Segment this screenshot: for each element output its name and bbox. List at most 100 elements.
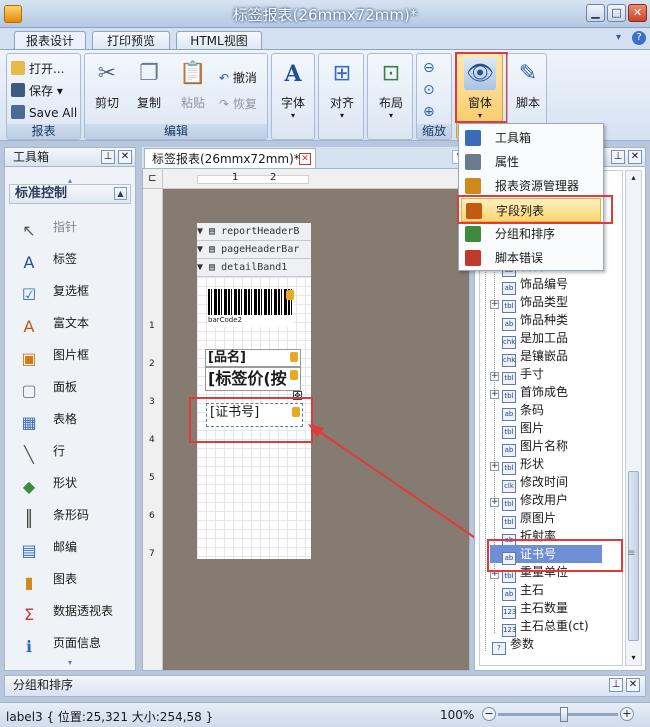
group-font[interactable]: A 字体 ▾ xyxy=(271,53,315,140)
zoom-out-icon[interactable]: ⊖ xyxy=(423,60,435,76)
toolbox-item[interactable]: ▤ 邮编 xyxy=(19,536,77,560)
zoom-out-icon[interactable]: − xyxy=(482,707,496,721)
group-align[interactable]: ⊞ 对齐 ▾ xyxy=(318,53,364,140)
field-tree-item[interactable]: clk 修改时间 xyxy=(490,473,602,493)
field-tree-item[interactable]: + tbl 手寸 xyxy=(490,365,602,385)
panel-close-icon[interactable]: ✕ xyxy=(118,150,132,164)
info-icon[interactable]: ? xyxy=(632,31,646,45)
panel-close-icon[interactable]: ✕ xyxy=(626,678,640,692)
toolbox-item[interactable]: ℹ 页面信息 xyxy=(19,632,101,656)
save-all-button[interactable]: Save All xyxy=(11,103,77,123)
field-tree-item[interactable]: + tbl 首饰成色 xyxy=(490,383,602,403)
menu-item[interactable]: 工具箱 xyxy=(461,126,601,150)
toolbox-item[interactable]: ◆ 形状 xyxy=(19,472,77,496)
field-tree-item[interactable]: ab 饰品种类 xyxy=(490,311,602,331)
zoom-in-icon[interactable]: + xyxy=(620,707,634,721)
help-icon[interactable]: ▾ xyxy=(616,32,630,46)
smart-tag-icon[interactable] xyxy=(290,352,298,362)
zoom-icon[interactable]: ⊙ xyxy=(423,82,435,98)
field-product-name[interactable]: [品名] xyxy=(205,349,301,367)
toolbox-item[interactable]: ↖ 指针 xyxy=(19,216,77,240)
cut-button[interactable]: ✂ 剪切 xyxy=(85,58,129,111)
field-tree-item[interactable]: 123 主石数量 xyxy=(490,599,602,619)
barcode-bars xyxy=(208,289,294,315)
field-label-price[interactable]: [标签价(按 xyxy=(205,367,301,391)
band-detail[interactable]: ▼ ▤ detailBand1 xyxy=(197,259,311,277)
menu-item[interactable]: 属性 xyxy=(461,150,601,174)
group-layout[interactable]: ⊡ 布局 ▾ xyxy=(367,53,413,140)
scroll-up-icon[interactable]: ▴ xyxy=(626,171,641,185)
field-tree-item[interactable]: 123 主石总重(ct) xyxy=(490,617,602,637)
field-tree-item[interactable]: tbl 图片 xyxy=(490,419,602,439)
menu-item-label: 分组和排序 xyxy=(495,227,556,241)
splitter-grip-icon[interactable]: ≡ xyxy=(627,548,635,559)
copy-button[interactable]: ❐ 复制 xyxy=(127,58,171,111)
toolbox-item-label: 富文本 xyxy=(53,316,90,330)
expand-icon[interactable]: + xyxy=(490,372,499,381)
scroll-down-icon[interactable]: ▾ xyxy=(9,658,131,668)
panel-close-icon[interactable]: ✕ xyxy=(628,150,642,164)
expand-icon[interactable]: + xyxy=(490,498,499,507)
field-tree-label: 主石总重(ct) xyxy=(520,619,589,633)
expand-icon[interactable]: + xyxy=(490,390,499,399)
toolbox-item[interactable]: A 标签 xyxy=(19,248,78,272)
vertical-scrollbar[interactable]: ▴ ▾ xyxy=(625,170,642,666)
tab-html-view[interactable]: HTML视图 xyxy=(176,31,262,50)
toolbox-item[interactable]: A 富文本 xyxy=(19,312,90,336)
toolbox-item[interactable]: ☑ 复选框 xyxy=(19,280,89,304)
smart-tag-icon[interactable] xyxy=(290,370,298,380)
zoom-slider-track[interactable] xyxy=(498,713,618,716)
menu-item[interactable]: 脚本错误 xyxy=(461,246,601,270)
close-button[interactable]: ✕ xyxy=(628,4,647,22)
tab-report-design[interactable]: 报表设计 xyxy=(14,31,86,51)
redo-button[interactable]: ↷ 恢复 xyxy=(219,94,257,114)
scroll-up-icon[interactable]: ▴ xyxy=(9,177,131,185)
field-tree-item[interactable]: chk 是镶嵌品 xyxy=(490,347,602,367)
collapse-icon[interactable]: ▲ xyxy=(114,187,127,200)
pin-icon[interactable]: ⊥ xyxy=(101,150,115,164)
field-tree-item[interactable]: chk 是加工品 xyxy=(490,329,602,349)
field-tree-item[interactable]: + tbl 形状 xyxy=(490,455,602,475)
toolbox-item[interactable]: ║ 条形码 xyxy=(19,504,89,528)
toolbox-item[interactable]: ╲ 行 xyxy=(19,440,65,464)
ruler-mark: 4 xyxy=(149,435,155,445)
toolbox-item[interactable]: Σ 数据透视表 xyxy=(19,600,113,624)
toolbox-section-header[interactable]: 标准控制 ▲ xyxy=(9,184,131,204)
pin-icon[interactable]: ⊥ xyxy=(609,678,623,692)
field-tree-item[interactable]: + tbl 修改用户 xyxy=(490,491,602,511)
zoom-in-icon[interactable]: ⊕ xyxy=(423,104,435,120)
menu-item[interactable]: 分组和排序 xyxy=(461,222,601,246)
zoom-slider-thumb[interactable] xyxy=(559,707,568,722)
field-tree-item[interactable]: ab 主石 xyxy=(490,581,602,601)
field-tree-item[interactable]: ab 条码 xyxy=(490,401,602,421)
maximize-button[interactable]: □ xyxy=(607,4,626,22)
tab-print-preview[interactable]: 打印预览 xyxy=(92,31,170,50)
field-tree-label: 修改时间 xyxy=(520,475,569,489)
pin-icon[interactable]: ⊥ xyxy=(611,150,625,164)
save-button[interactable]: 保存 ▾ xyxy=(11,81,63,101)
field-tree-item[interactable]: ab 饰品编号 xyxy=(490,275,602,295)
undo-button[interactable]: ↶ 撤消 xyxy=(219,68,257,88)
ruler-corner-icon[interactable]: ⊏ xyxy=(143,169,163,189)
band-page-header[interactable]: ▼ ▤ pageHeaderBar xyxy=(197,241,311,259)
field-tree-item[interactable]: ? 参数 xyxy=(480,635,610,655)
toolbox-panel: 工具箱 ⊥ ✕ 标准控制 ▲ ▴ ↖ 指针 A 标签 ☑ 复选框 A 富文本 ▣ 图片框 ▢ 面板 ▦ 表格… xyxy=(4,147,136,671)
paste-button[interactable]: 📋 粘贴 xyxy=(171,58,215,111)
field-tree-item[interactable]: ab 图片名称 xyxy=(490,437,602,457)
expand-icon[interactable]: + xyxy=(490,462,499,471)
barcode-control[interactable]: barCode2 xyxy=(208,289,294,327)
minimize-button[interactable]: ▁ xyxy=(586,4,605,22)
open-button[interactable]: 打开... xyxy=(11,59,64,79)
toolbox-item[interactable]: ▦ 表格 xyxy=(19,408,77,432)
toolbox-item[interactable]: ▮ 图表 xyxy=(19,568,77,592)
tab-close-icon[interactable]: ✕ xyxy=(299,153,311,165)
scroll-down-icon[interactable]: ▾ xyxy=(626,651,641,665)
toolbox-item[interactable]: ▣ 图片框 xyxy=(19,344,89,368)
toolbox-item[interactable]: ▢ 面板 xyxy=(19,376,77,400)
field-tree-item[interactable]: + tbl 饰品类型 xyxy=(490,293,602,313)
expand-icon[interactable]: + xyxy=(490,300,499,309)
document-tab[interactable]: 标签报表(26mmx72mm)* ✕ xyxy=(144,148,316,169)
smart-tag-icon[interactable] xyxy=(286,290,294,300)
field-tree-item[interactable]: tbl 原图片 xyxy=(490,509,602,529)
band-report-header[interactable]: ▼ ▤ reportHeaderB xyxy=(197,223,311,241)
